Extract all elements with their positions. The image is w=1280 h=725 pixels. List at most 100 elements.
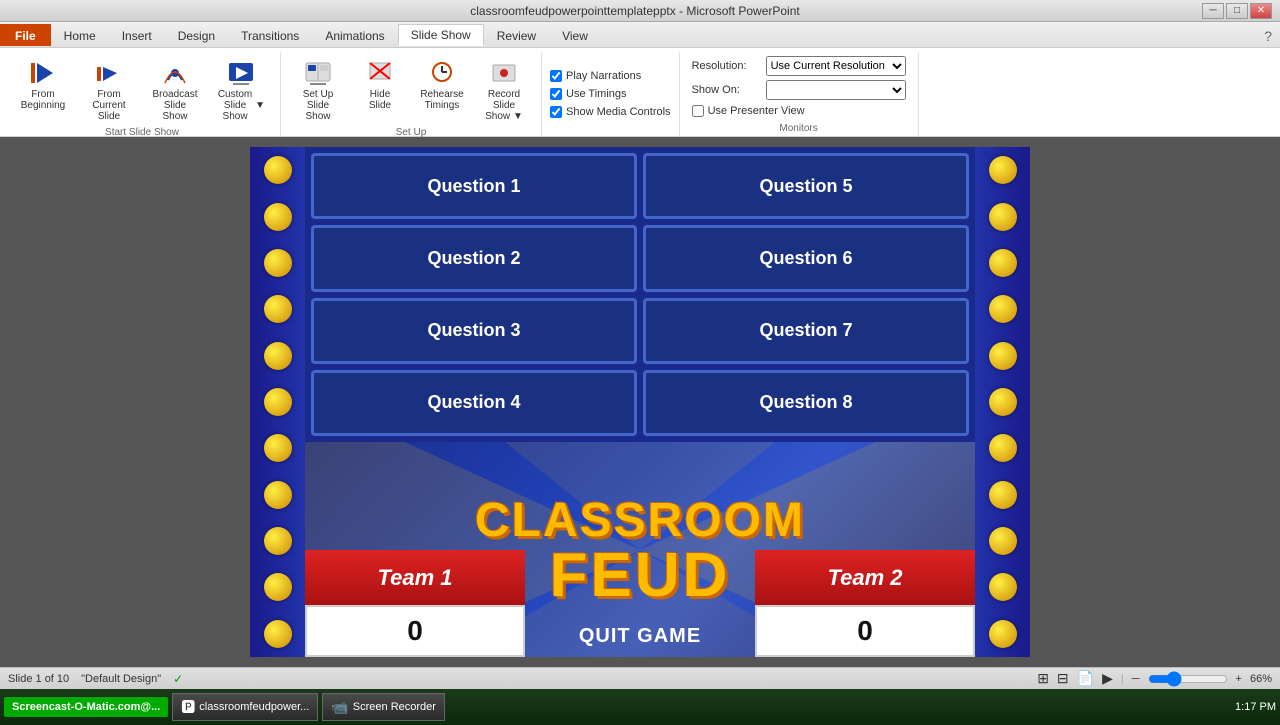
tab-animations[interactable]: Animations [312,24,397,46]
team2-section: Team 2 0 [755,550,975,657]
dot [264,573,292,601]
monitors-label: Monitors [688,123,910,136]
game-bottom: Team 1 0 CLASSROOM FEUD Team 2 0 [305,442,975,657]
separator: | [1121,673,1124,685]
dot [264,203,292,231]
accessibility-checkmark: ✓ [173,672,183,686]
dot [264,342,292,370]
left-dots [250,147,305,657]
zoom-level: 66% [1250,673,1272,685]
dot [989,295,1017,323]
question-6-button[interactable]: Question 6 [643,225,969,291]
broadcast-button[interactable]: Broadcast Slide Show [144,52,206,127]
tab-insert[interactable]: Insert [109,24,165,46]
rehearse-button[interactable]: Rehearse Timings [413,52,471,116]
from-current-label: From Current Slide [85,89,133,122]
slide-sorter-icon[interactable]: ⊟ [1057,670,1069,687]
zoom-in-icon[interactable]: + [1236,673,1242,685]
dot [264,620,292,648]
taskbar-recorder-label: Screen Recorder [353,701,436,713]
dot [264,295,292,323]
slide: Question 1 Question 5 Question 2 Questio… [250,147,1030,657]
quit-game-button[interactable]: QUIT GAME [540,615,740,657]
rehearse-icon [426,57,458,89]
help-icon[interactable]: ? [1264,28,1272,44]
zoom-slider[interactable] [1148,671,1228,687]
dot [989,620,1017,648]
close-button[interactable]: ✕ [1250,3,1272,19]
group-monitors: Resolution: Use Current Resolution Show … [680,52,919,136]
custom-slideshow-button[interactable]: Custom Slide Show ▼ [210,52,272,127]
dot [264,388,292,416]
play-narrations-checkbox[interactable]: Play Narrations [550,69,671,83]
team2-score: 0 [755,605,975,657]
dot [989,573,1017,601]
team1-score: 0 [305,605,525,657]
tab-slideshow[interactable]: Slide Show [398,24,484,46]
tab-home[interactable]: Home [51,24,109,46]
custom-icon [225,57,257,89]
team2-name-button[interactable]: Team 2 [755,550,975,605]
show-media-checkbox[interactable]: Show Media Controls [550,105,671,119]
maximize-button[interactable]: □ [1226,3,1248,19]
question-5-button[interactable]: Question 5 [643,153,969,219]
broadcast-icon [159,57,191,89]
slide-area: Question 1 Question 5 Question 2 Questio… [0,137,1280,667]
hide-slide-button[interactable]: Hide Slide [351,52,409,116]
dot [264,527,292,555]
slideshow-view-icon[interactable]: ▶ [1102,670,1113,687]
resolution-select[interactable]: Use Current Resolution [766,56,906,76]
dot [989,388,1017,416]
show-on-select[interactable] [766,80,906,100]
taskbar-time: 1:17 PM [1235,701,1276,713]
question-8-button[interactable]: Question 8 [643,370,969,436]
tab-file[interactable]: File [0,24,51,46]
taskbar-powerpoint-label: classroomfeudpower... [199,701,309,713]
tab-transitions[interactable]: Transitions [228,24,312,46]
resolution-label: Resolution: [692,60,760,72]
classroom-text: CLASSROOM [475,497,805,545]
tab-design[interactable]: Design [165,24,228,46]
questions-grid: Question 1 Question 5 Question 2 Questio… [305,147,975,442]
question-7-button[interactable]: Question 7 [643,298,969,364]
setup-icon [302,57,334,89]
dot [989,156,1017,184]
title-bar: classroomfeudpowerpointtemplatepptx - Mi… [0,0,1280,22]
question-2-button[interactable]: Question 2 [311,225,637,291]
theme-name: "Default Design" [81,673,161,685]
tab-review[interactable]: Review [484,24,549,46]
show-on-label: Show On: [692,84,760,96]
record-icon [488,57,520,89]
window-title: classroomfeudpowerpointtemplatepptx - Mi… [68,4,1202,18]
presenter-view-checkbox[interactable]: Use Presenter View [692,104,906,118]
question-4-button[interactable]: Question 4 [311,370,637,436]
use-timings-checkbox[interactable]: Use Timings [550,87,671,101]
dot [989,249,1017,277]
zoom-out-icon[interactable]: ─ [1132,673,1140,685]
taskbar-brand: Screencast-O-Matic.com@... [4,697,168,717]
from-current-button[interactable]: From Current Slide [78,52,140,127]
from-beginning-icon [27,57,59,89]
right-dots [975,147,1030,657]
powerpoint-icon: 🅿 [181,697,195,717]
dot [264,481,292,509]
tab-view[interactable]: View [549,24,601,46]
setup-slideshow-label: Set Up Slide Show [296,89,340,122]
question-1-button[interactable]: Question 1 [311,153,637,219]
from-beginning-button[interactable]: From Beginning [12,52,74,116]
dot [989,203,1017,231]
question-3-button[interactable]: Question 3 [311,298,637,364]
from-current-icon [93,57,125,89]
dot [989,342,1017,370]
taskbar-recorder-button[interactable]: 📹 Screen Recorder [322,693,445,721]
normal-view-icon[interactable]: ⊞ [1037,670,1049,687]
minimize-button[interactable]: ─ [1202,3,1224,19]
reading-view-icon[interactable]: 📄 [1077,670,1094,687]
dot [264,434,292,462]
dot [989,434,1017,462]
record-button[interactable]: Record Slide Show ▼ [475,52,533,127]
from-beginning-label: From Beginning [19,89,67,111]
hide-slide-icon [364,57,396,89]
taskbar-powerpoint-button[interactable]: 🅿 classroomfeudpower... [172,693,318,721]
setup-slideshow-button[interactable]: Set Up Slide Show [289,52,347,127]
